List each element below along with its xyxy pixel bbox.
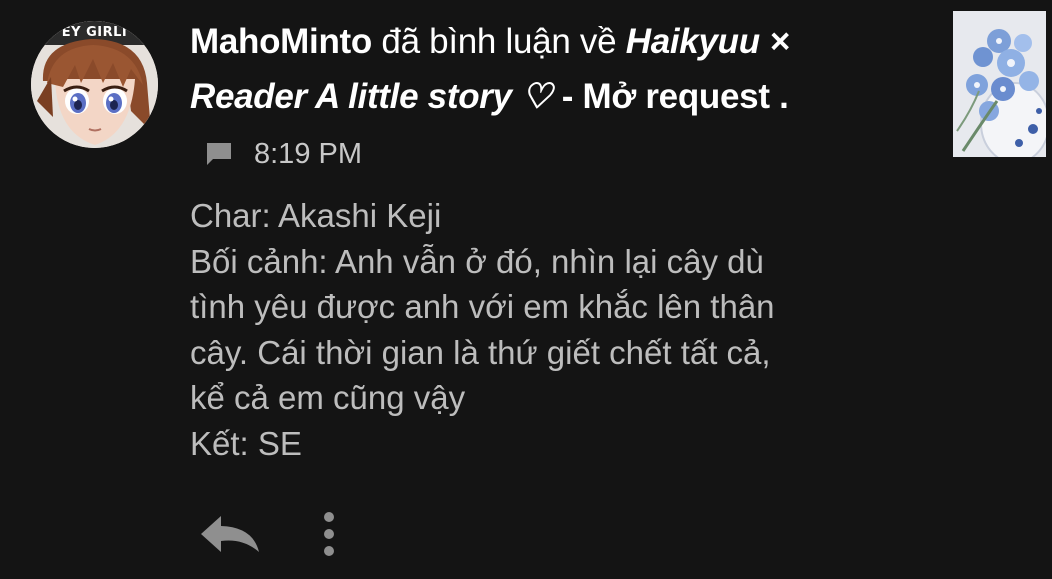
comment-line: Kết: SE — [190, 424, 302, 462]
reply-button[interactable] — [199, 512, 261, 556]
timestamp: 8:19 PM — [254, 137, 362, 170]
comment-icon — [207, 143, 231, 165]
story-title-suffix[interactable]: - Mở request . — [562, 77, 789, 116]
avatar-overlay-text: EY GIRLI — [61, 25, 128, 40]
username-link[interactable]: MahoMinto — [190, 22, 372, 61]
reply-icon — [201, 516, 259, 552]
meta-row: 8:19 PM — [206, 134, 362, 174]
story-thumbnail[interactable] — [953, 11, 1046, 157]
blue-flowers-icon — [953, 11, 1046, 157]
more-vertical-icon — [324, 512, 334, 556]
action-text: đã bình luận về — [381, 22, 617, 61]
notification-card[interactable]: EY GIRLI MahoMinto đã bình luận về Haiky… — [0, 0, 1052, 579]
more-options-button[interactable] — [314, 509, 344, 559]
comment-line: Char: Akashi Keji — [190, 197, 442, 234]
comment-line: cây. Cái thời gian là thứ giết chết tất … — [190, 333, 771, 371]
comment-body: Char: Akashi Keji Bối cảnh: Anh vẫn ở đó… — [190, 193, 910, 466]
notification-headline[interactable]: MahoMinto đã bình luận về Haikyuu × Read… — [190, 14, 910, 124]
comment-line: Bối cảnh: Anh vẫn ở đó, nhìn lại cây dù — [190, 242, 764, 280]
anime-avatar-icon — [31, 21, 158, 148]
comment-line: tình yêu được anh với em khắc lên thân — [190, 288, 775, 325]
comment-line: kể cả em cũng vậy — [190, 379, 466, 416]
avatar[interactable]: EY GIRLI — [31, 21, 158, 148]
